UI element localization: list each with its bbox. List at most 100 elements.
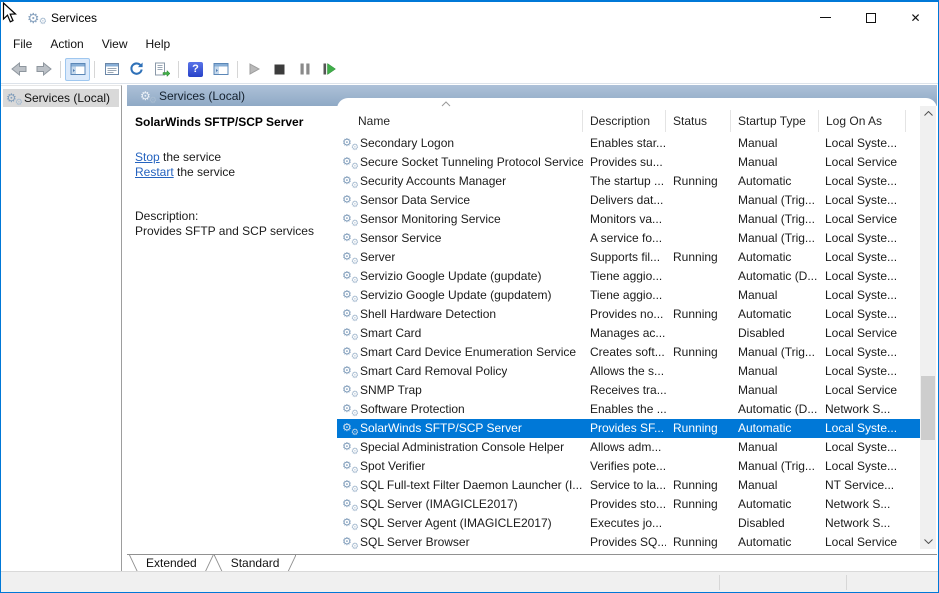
service-gear-icon: ⚙⚙	[342, 347, 357, 358]
vertical-scrollbar[interactable]	[920, 106, 936, 549]
cell-startup-type: Disabled	[731, 514, 819, 533]
service-row[interactable]: ⚙⚙Smart CardManages ac...DisabledLocal S…	[337, 324, 921, 343]
cell-startup-type: Manual	[731, 476, 819, 495]
cell-startup-type: Disabled	[731, 324, 819, 343]
cell-log-on-as: Network S...	[819, 514, 906, 533]
scroll-up-button[interactable]	[920, 106, 936, 121]
service-row[interactable]: ⚙⚙Sensor Data ServiceDelivers dat...Manu…	[337, 191, 921, 210]
service-row[interactable]: ⚙⚙Smart Card Removal PolicyAllows the s.…	[337, 362, 921, 381]
service-row[interactable]: ⚙⚙ServerSupports fil...RunningAutomaticL…	[337, 248, 921, 267]
cell-log-on-as: Local Syste...	[819, 457, 906, 476]
service-gear-icon: ⚙⚙	[342, 138, 357, 149]
service-row[interactable]: ⚙⚙SNMP TrapReceives tra...ManualLocal Se…	[337, 381, 921, 400]
cell-status	[666, 134, 731, 153]
service-gear-icon: ⚙⚙	[342, 461, 357, 472]
show-console-tree-button[interactable]	[65, 58, 90, 81]
column-header-status[interactable]: Status	[666, 110, 731, 132]
service-name: Sensor Data Service	[360, 191, 470, 210]
service-gear-icon: ⚙⚙	[342, 195, 357, 206]
service-row[interactable]: ⚙⚙SQL Server BrowserProvides SQ...Runnin…	[337, 533, 921, 552]
services-rows: ⚙⚙Secondary LogonEnables star...ManualLo…	[337, 134, 921, 554]
service-row[interactable]: ⚙⚙SQL Full-text Filter Daemon Launcher (…	[337, 476, 921, 495]
cell-status: Running	[666, 495, 731, 514]
stop-service-link[interactable]: Stop	[135, 150, 160, 164]
refresh-button[interactable]	[124, 58, 149, 81]
view-header-title: Services (Local)	[159, 89, 245, 103]
menu-help[interactable]: Help	[137, 34, 180, 54]
forward-button[interactable]	[31, 58, 56, 81]
help-button[interactable]: ?	[183, 58, 208, 81]
menu-view[interactable]: View	[93, 34, 137, 54]
close-button[interactable]: ✕	[893, 2, 938, 33]
scrollbar-thumb[interactable]	[921, 376, 935, 440]
service-row[interactable]: ⚙⚙Software ProtectionEnables the ...Auto…	[337, 400, 921, 419]
service-row[interactable]: ⚙⚙SolarWinds SFTP/SCP ServerProvides SF.…	[337, 419, 921, 438]
cell-name: ⚙⚙Special Administration Console Helper	[337, 438, 583, 457]
cell-name: ⚙⚙Servizio Google Update (gupdate)	[337, 267, 583, 286]
stop-service-rest: the service	[160, 150, 221, 164]
properties-button[interactable]	[99, 58, 124, 81]
service-gear-icon: ⚙⚙	[342, 423, 357, 434]
menu-action[interactable]: Action	[41, 34, 92, 54]
column-header-name[interactable]: Name	[337, 110, 583, 132]
maximize-button[interactable]	[848, 2, 893, 33]
selected-service-title: SolarWinds SFTP/SCP Server	[135, 115, 331, 129]
scroll-down-button[interactable]	[920, 534, 936, 549]
service-name: Secondary Logon	[360, 134, 454, 153]
stop-service-button[interactable]	[267, 58, 292, 81]
service-row[interactable]: ⚙⚙Servizio Google Update (gupdatem)Tiene…	[337, 286, 921, 305]
show-action-pane-button[interactable]	[208, 58, 233, 81]
service-row[interactable]: ⚙⚙Shell Hardware DetectionProvides no...…	[337, 305, 921, 324]
column-header-description[interactable]: Description	[583, 110, 666, 132]
cell-log-on-as: Local Syste...	[819, 229, 906, 248]
service-row[interactable]: ⚙⚙Sensor Monitoring ServiceMonitors va..…	[337, 210, 921, 229]
toolbar-separator	[60, 61, 61, 78]
cell-status	[666, 381, 731, 400]
restart-service-link[interactable]: Restart	[135, 165, 174, 179]
service-row[interactable]: ⚙⚙Servizio Google Update (gupdate)Tiene …	[337, 267, 921, 286]
cell-log-on-as: Local Syste...	[819, 343, 906, 362]
cell-name: ⚙⚙Spot Verifier	[337, 457, 583, 476]
cell-description: Enables star...	[583, 134, 666, 153]
service-row[interactable]: ⚙⚙Security Accounts ManagerThe startup .…	[337, 172, 921, 191]
cell-description: Manages ac...	[583, 324, 666, 343]
service-name: Servizio Google Update (gupdate)	[360, 267, 541, 286]
help-icon: ?	[188, 62, 203, 77]
cell-status: Running	[666, 419, 731, 438]
export-list-button[interactable]	[149, 58, 174, 81]
column-header-log-on-as[interactable]: Log On As	[819, 110, 906, 132]
console-tree-icon	[70, 62, 86, 76]
service-name: Servizio Google Update (gupdatem)	[360, 286, 551, 305]
cell-name: ⚙⚙Sensor Service	[337, 229, 583, 248]
cell-name: ⚙⚙Software Protection	[337, 400, 583, 419]
cell-name: ⚙⚙Server	[337, 248, 583, 267]
service-row[interactable]: ⚙⚙SQL Server (IMAGICLE2017)Provides sto.…	[337, 495, 921, 514]
service-row[interactable]: ⚙⚙Secondary LogonEnables star...ManualLo…	[337, 134, 921, 153]
service-row[interactable]: ⚙⚙Spot VerifierVerifies pote...Manual (T…	[337, 457, 921, 476]
service-gear-icon: ⚙⚙	[342, 252, 357, 263]
service-name: Server	[360, 248, 395, 267]
statusbar-separator	[846, 575, 847, 590]
start-service-button[interactable]	[242, 58, 267, 81]
cell-description: Provides SF...	[583, 419, 666, 438]
pause-service-button[interactable]	[292, 58, 317, 81]
tree-item-services-local[interactable]: ⚙⚙ Services (Local)	[3, 89, 119, 107]
service-row[interactable]: ⚙⚙Sensor ServiceA service fo...Manual (T…	[337, 229, 921, 248]
service-name: SQL Server Agent (IMAGICLE2017)	[360, 514, 552, 533]
cell-description: Supports fil...	[583, 248, 666, 267]
service-row[interactable]: ⚙⚙Smart Card Device Enumeration ServiceC…	[337, 343, 921, 362]
service-gear-icon: ⚙⚙	[342, 271, 357, 282]
menu-file[interactable]: File	[4, 34, 41, 54]
service-row[interactable]: ⚙⚙Secure Socket Tunneling Protocol Servi…	[337, 153, 921, 172]
cell-log-on-as: Local Syste...	[819, 248, 906, 267]
back-button[interactable]	[6, 58, 31, 81]
cell-name: ⚙⚙SQL Server (IMAGICLE2017)	[337, 495, 583, 514]
cell-description: Tiene aggio...	[583, 286, 666, 305]
service-row[interactable]: ⚙⚙Special Administration Console HelperA…	[337, 438, 921, 457]
minimize-button[interactable]	[803, 2, 848, 33]
restart-service-button[interactable]	[317, 58, 342, 81]
cell-log-on-as: NT Service...	[819, 476, 906, 495]
service-row[interactable]: ⚙⚙SQL Server Agent (IMAGICLE2017)Execute…	[337, 514, 921, 533]
column-header-startup-type[interactable]: Startup Type	[731, 110, 819, 132]
cell-name: ⚙⚙SolarWinds SFTP/SCP Server	[337, 419, 583, 438]
